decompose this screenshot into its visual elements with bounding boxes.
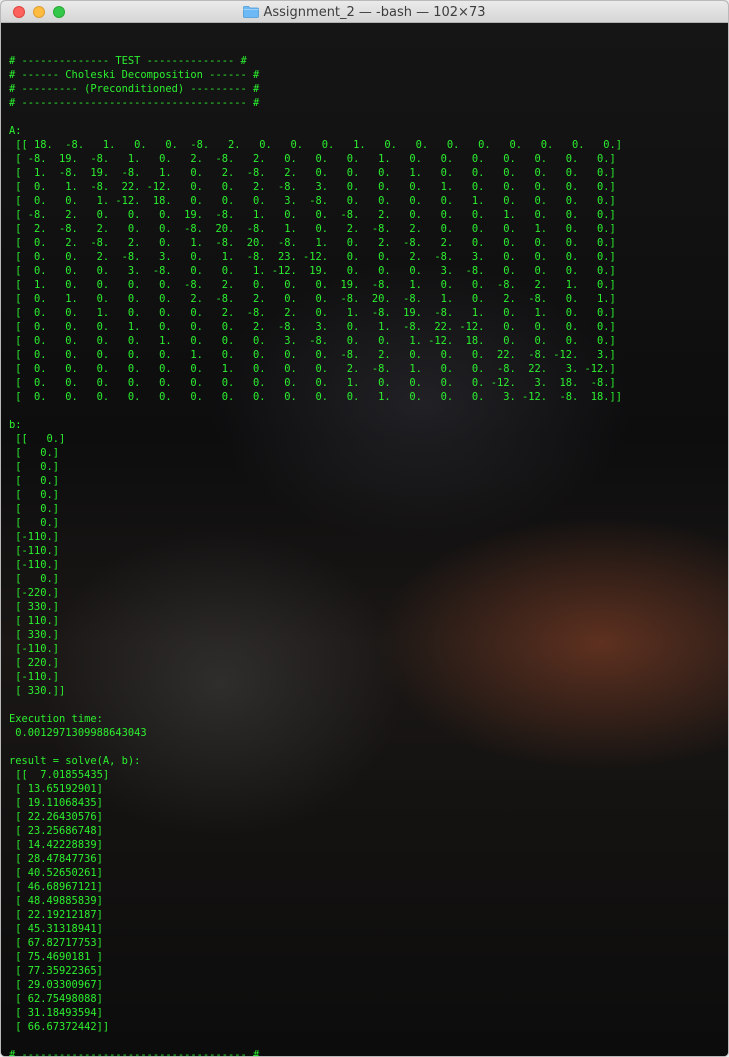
terminal-line: # ------------------------------------ # xyxy=(9,1049,260,1056)
terminal-line: [ 45.31318941] xyxy=(9,923,103,935)
terminal-line: [ 0. 0. 2. -8. 3. 0. 1. -8. 23. -12. 0. … xyxy=(9,251,616,263)
terminal-line: [ 28.47847736] xyxy=(9,853,103,865)
terminal-line: [ 48.49885839] xyxy=(9,895,103,907)
terminal-line: [ 0.] xyxy=(9,503,60,515)
terminal-output: # -------------- TEST -------------- # # … xyxy=(9,40,622,1056)
terminal-line: A: xyxy=(9,125,22,137)
terminal-line: [ 0. 0. 0. 0. 0. 0. 1. 0. 0. 0. 2. -8. 1… xyxy=(9,363,616,375)
terminal-line: 0.0012971309988643043 xyxy=(9,727,147,739)
terminal-line: [ 0. 2. -8. 2. 0. 1. -8. 20. -8. 1. 0. 2… xyxy=(9,237,616,249)
terminal-line: [ 19.11068435] xyxy=(9,797,103,809)
terminal-line: [-220.] xyxy=(9,587,60,599)
terminal-line: [ 22.26430576] xyxy=(9,811,103,823)
terminal-line: [ 14.42228839] xyxy=(9,839,103,851)
terminal-line: [ 0. 1. -8. 22. -12. 0. 0. 2. -8. 3. 0. … xyxy=(9,181,616,193)
window-title: Assignment_2 — -bash — 102×73 xyxy=(263,4,486,20)
terminal-line: [-110.] xyxy=(9,531,60,543)
terminal-line: [ 77.35922365] xyxy=(9,965,103,977)
terminal-line: [ 22.19212187] xyxy=(9,909,103,921)
terminal-line: [ -8. 19. -8. 1. 0. 2. -8. 2. 0. 0. 0. 1… xyxy=(9,153,616,165)
terminal-line: [ 0.] xyxy=(9,447,60,459)
terminal-line: [ 0. 1. 0. 0. 0. 2. -8. 2. 0. 0. -8. 20.… xyxy=(9,293,616,305)
terminal-line: [ 0. 0. 0. 1. 0. 0. 0. 2. -8. 3. 0. 1. -… xyxy=(9,321,616,333)
terminal-line: [ 110.] xyxy=(9,615,60,627)
terminal-line: [ 46.68967121] xyxy=(9,881,103,893)
terminal-line: [ 0. 0. 0. 0. 0. 0. 0. 0. 0. 0. 1. 0. 0.… xyxy=(9,377,616,389)
terminal-line: [ 0.] xyxy=(9,461,60,473)
terminal-line: [-110.] xyxy=(9,545,60,557)
terminal-line: Execution time: xyxy=(9,713,103,725)
terminal-line: [ 330.] xyxy=(9,629,60,641)
terminal-line: [ 0.] xyxy=(9,517,60,529)
terminal-line: [ 0. 0. 1. 0. 0. 0. 2. -8. 2. 0. 1. -8. … xyxy=(9,307,616,319)
terminal-line: b: xyxy=(9,419,22,431)
terminal-line: [ 0. 0. 0. 0. 1. 0. 0. 0. 3. -8. 0. 0. 1… xyxy=(9,335,616,347)
terminal-line: [ 0. 0. 0. 0. 0. 1. 0. 0. 0. 0. -8. 2. 0… xyxy=(9,349,616,361)
terminal-line: [ 62.75498088] xyxy=(9,993,103,1005)
terminal-line: # --------- (Preconditioned) --------- # xyxy=(9,83,260,95)
terminal-line: [[ 18. -8. 1. 0. 0. -8. 2. 0. 0. 0. 1. 0… xyxy=(9,139,623,151)
terminal-line: [[ 7.01855435] xyxy=(9,769,110,781)
terminal-line: [ 1. -8. 19. -8. 1. 0. 2. -8. 2. 0. 0. 0… xyxy=(9,167,616,179)
title-bar[interactable]: Assignment_2 — -bash — 102×73 xyxy=(1,1,728,23)
terminal-line: [-110.] xyxy=(9,559,60,571)
terminal-line: # ------ Choleski Decomposition ------ # xyxy=(9,69,260,81)
terminal-window: Assignment_2 — -bash — 102×73 # --------… xyxy=(0,0,729,1057)
terminal-line: [ 0. 0. 0. 3. -8. 0. 0. 1. -12. 19. 0. 0… xyxy=(9,265,616,277)
terminal-line: [ 0. 0. 0. 0. 0. 0. 0. 0. 0. 0. 0. 1. 0.… xyxy=(9,391,623,403)
terminal-line: [ 75.4690181 ] xyxy=(9,951,103,963)
terminal-line: # -------------- TEST -------------- # xyxy=(9,55,247,67)
terminal-line: [ 13.65192901] xyxy=(9,783,103,795)
terminal-line: [ 330.] xyxy=(9,601,60,613)
window-title-container: Assignment_2 — -bash — 102×73 xyxy=(1,1,728,23)
terminal-line: [ 0. 0. 1. -12. 18. 0. 0. 0. 3. -8. 0. 0… xyxy=(9,195,616,207)
terminal-line: [[ 0.] xyxy=(9,433,66,445)
terminal-line: [ 1. 0. 0. 0. 0. -8. 2. 0. 0. 0. 19. -8.… xyxy=(9,279,616,291)
terminal-line: [ 23.25686748] xyxy=(9,825,103,837)
terminal-line: [-110.] xyxy=(9,643,60,655)
terminal-line: [ 40.52650261] xyxy=(9,867,103,879)
terminal-line: [ 330.]] xyxy=(9,685,66,697)
terminal-line: [ 220.] xyxy=(9,657,60,669)
terminal-line: [ -8. 2. 0. 0. 0. 19. -8. 1. 0. 0. -8. 2… xyxy=(9,209,616,221)
terminal-line: [ 2. -8. 2. 0. 0. -8. 20. -8. 1. 0. 2. -… xyxy=(9,223,616,235)
terminal-line: [ 31.18493594] xyxy=(9,1007,103,1019)
terminal-line: [ 29.03300967] xyxy=(9,979,103,991)
terminal-line: [ 67.82717753] xyxy=(9,937,103,949)
terminal-area[interactable]: # -------------- TEST -------------- # # … xyxy=(1,23,728,1056)
terminal-line: # ------------------------------------ # xyxy=(9,97,260,109)
terminal-line: [ 0.] xyxy=(9,489,60,501)
terminal-line: [ 0.] xyxy=(9,573,60,585)
terminal-line: [ 66.67372442]] xyxy=(9,1021,110,1033)
terminal-line: result = solve(A, b): xyxy=(9,755,141,767)
terminal-line: [-110.] xyxy=(9,671,60,683)
terminal-line: [ 0.] xyxy=(9,475,60,487)
folder-icon xyxy=(243,6,260,18)
